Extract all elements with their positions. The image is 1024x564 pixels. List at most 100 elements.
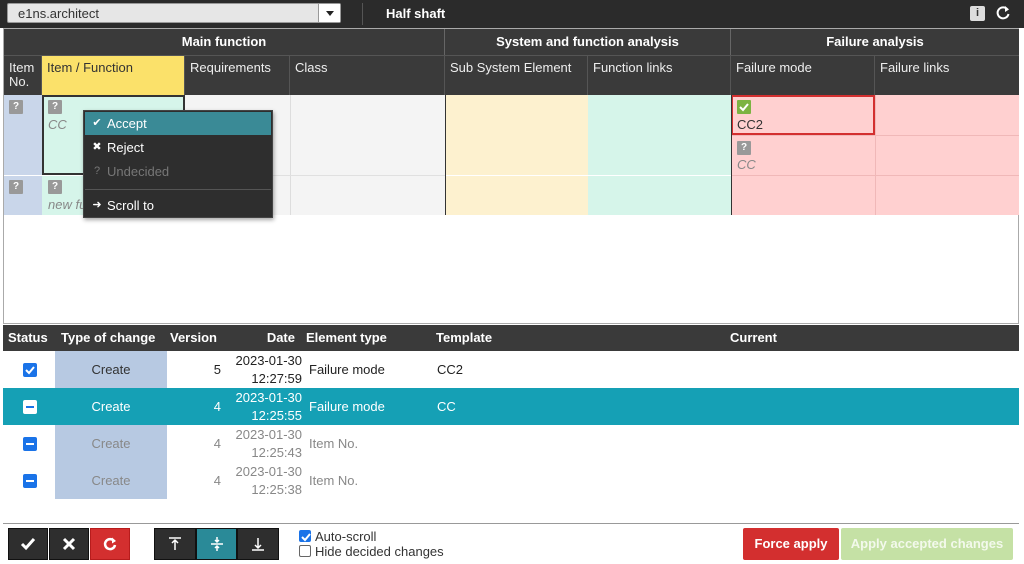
version: 4 <box>213 436 221 451</box>
menu-item-label: Undecided <box>107 164 170 179</box>
scroll-bottom-button[interactable] <box>237 528 279 560</box>
header-type-of-change[interactable]: Type of change <box>52 325 164 351</box>
scroll-top-button[interactable] <box>154 528 196 560</box>
reject-all-button[interactable] <box>49 528 89 560</box>
cell-function-links-1[interactable] <box>588 95 731 175</box>
element-type: Failure mode <box>309 399 385 414</box>
undecided-badge: ? <box>737 141 751 155</box>
toolbar-divider <box>3 523 1019 524</box>
menu-divider <box>85 189 271 190</box>
date: 2023-01-30 12:25:38 <box>235 464 303 497</box>
cell-failure-mode-3[interactable] <box>731 175 875 215</box>
refresh-icon[interactable] <box>994 4 1012 22</box>
reset-icon <box>103 537 117 551</box>
info-icon[interactable]: i <box>970 6 985 21</box>
undecided-badge: ? <box>48 180 62 194</box>
menu-item-scroll-to[interactable]: ➜ Scroll to <box>85 194 271 217</box>
failure-mode-text: CC <box>737 157 756 172</box>
accept-all-button[interactable] <box>8 528 48 560</box>
auto-scroll-label: Auto-scroll <box>315 529 377 544</box>
header-template[interactable]: Template <box>431 325 725 351</box>
cell-class-2[interactable] <box>290 175 445 215</box>
status-checkbox-undecided[interactable] <box>23 474 37 488</box>
reset-button[interactable] <box>90 528 130 560</box>
date: 2023-01-30 12:25:43 <box>235 427 303 460</box>
cell-failure-links-3[interactable] <box>875 175 1019 215</box>
date: 2023-01-30 12:25:55 <box>235 390 303 423</box>
align-top-icon <box>169 537 181 550</box>
column-item-no[interactable]: Item No. <box>4 55 42 95</box>
status-checkbox-undecided[interactable] <box>23 400 37 414</box>
column-requirements[interactable]: Requirements <box>185 55 290 95</box>
header-status[interactable]: Status <box>3 325 52 351</box>
scroll-center-button[interactable] <box>196 528 237 560</box>
cell-failure-links-1[interactable] <box>875 95 1019 135</box>
cell-item-no-2[interactable]: ? <box>4 175 42 215</box>
cell-failure-links-2[interactable] <box>875 135 1019 175</box>
menu-item-accept[interactable]: ✔ Accept <box>85 112 271 135</box>
menu-item-undecided: ? Undecided <box>85 160 271 183</box>
cell-failure-mode-accepted[interactable]: CC2 <box>731 95 875 135</box>
app-selector-value: e1ns.architect <box>18 6 99 21</box>
close-icon: ✖ <box>92 141 102 153</box>
function-text: new fu <box>48 197 87 212</box>
menu-item-reject[interactable]: ✖ Reject <box>85 136 271 159</box>
function-text: CC <box>48 117 67 132</box>
chevron-down-icon[interactable] <box>318 4 340 22</box>
hide-decided-checkbox[interactable] <box>299 545 311 557</box>
header-version[interactable]: Version <box>164 325 222 351</box>
cell-function-links-2[interactable] <box>588 175 731 215</box>
cell-class-1[interactable] <box>290 95 445 175</box>
accepted-check-icon <box>737 100 751 114</box>
auto-scroll-checkbox[interactable] <box>299 530 311 542</box>
table-row[interactable]: Create 4 2023-01-30 12:25:43 Item No. <box>3 425 1019 462</box>
menu-item-label: Scroll to <box>107 198 154 213</box>
cell-sub-system-2[interactable] <box>445 175 588 215</box>
header-date[interactable]: Date <box>222 325 301 351</box>
status-checkbox-undecided[interactable] <box>23 437 37 451</box>
column-failure-links[interactable]: Failure links <box>875 55 1019 95</box>
column-function-links[interactable]: Function links <box>588 55 731 95</box>
version: 4 <box>213 473 221 488</box>
app-root: e1ns.architect Half shaft i Main functio… <box>0 0 1024 564</box>
cell-failure-mode-undecided[interactable]: ? CC <box>731 135 875 175</box>
topbar-divider <box>362 3 363 25</box>
header-element-type[interactable]: Element type <box>301 325 431 351</box>
cell-sub-system-1[interactable] <box>445 95 588 175</box>
column-failure-mode[interactable]: Failure mode <box>731 55 875 95</box>
close-icon <box>62 537 76 551</box>
check-icon <box>20 538 36 551</box>
app-selector[interactable]: e1ns.architect <box>7 3 341 23</box>
table-row[interactable]: Create 4 2023-01-30 12:25:38 Item No. <box>3 462 1019 499</box>
question-icon: ? <box>93 165 101 177</box>
column-item-function[interactable]: Item / Function <box>42 55 185 95</box>
menu-item-label: Reject <box>107 140 144 155</box>
element-type: Failure mode <box>309 362 385 377</box>
column-sub-system-element[interactable]: Sub System Element <box>445 55 588 95</box>
date: 2023-01-30 12:27:59 <box>235 353 303 386</box>
section-divider <box>731 95 732 215</box>
scroll-to-icon: ➜ <box>92 199 102 211</box>
template-value: CC2 <box>437 362 464 377</box>
hide-decided-label: Hide decided changes <box>315 544 444 559</box>
apply-accepted-button[interactable]: Apply accepted changes <box>841 528 1013 560</box>
table-row[interactable]: Create 4 2023-01-30 12:25:55 Failure mode… <box>3 388 1019 425</box>
align-bottom-icon <box>252 538 264 551</box>
status-checkbox-accepted[interactable] <box>23 363 37 377</box>
template-value: CC <box>437 399 456 414</box>
header-current[interactable]: Current <box>725 325 1019 351</box>
type-of-change: Create <box>55 462 167 499</box>
undecided-badge: ? <box>9 180 23 194</box>
group-failure-analysis: Failure analysis <box>731 29 1019 55</box>
menu-item-label: Accept <box>107 116 147 131</box>
cell-item-no-1[interactable]: ? <box>4 95 42 175</box>
section-divider <box>445 95 446 215</box>
force-apply-button[interactable]: Force apply <box>743 528 839 560</box>
group-system-function-analysis: System and function analysis <box>445 29 731 55</box>
group-main-function: Main function <box>4 29 445 55</box>
column-class[interactable]: Class <box>290 55 445 95</box>
table-row[interactable]: Create 5 2023-01-30 12:27:59 Failure mode… <box>3 351 1019 388</box>
version: 5 <box>213 362 221 377</box>
failure-mode-text: CC2 <box>737 117 764 132</box>
check-icon: ✔ <box>92 117 102 129</box>
